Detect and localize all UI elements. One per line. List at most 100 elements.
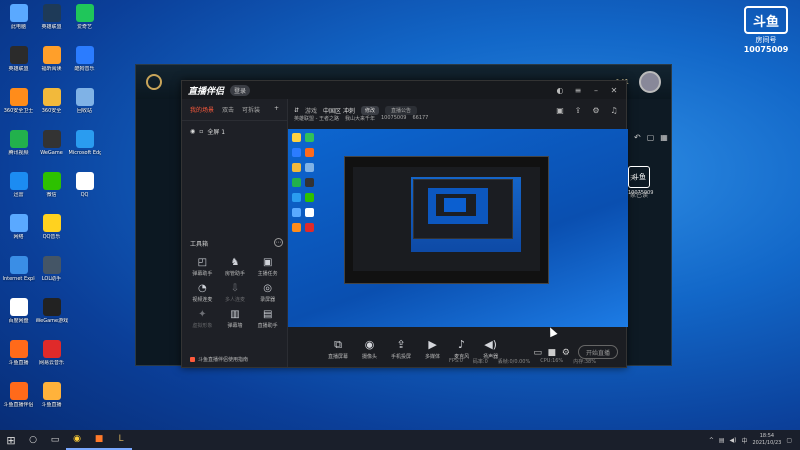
layout-icon[interactable]: ▦ (660, 133, 668, 142)
source-control[interactable]: ▶ 多媒体 (425, 339, 440, 361)
desktop-icon[interactable]: 回收站 (68, 86, 101, 128)
taskbar-lol-icon[interactable]: L (110, 430, 132, 450)
desktop-icon-label: WeGame游戏 (35, 318, 68, 324)
task-view-icon[interactable]: ▭ (44, 430, 66, 450)
source-control[interactable]: ◉ 摄像头 (362, 339, 377, 361)
tab-detachable[interactable]: 可拆装 (242, 105, 260, 114)
toolbox-item[interactable]: ◰ 弹幕助手 (186, 255, 219, 279)
source-control[interactable]: ⧉ 直播屏幕 (328, 339, 348, 361)
nested-inner (353, 167, 540, 271)
tray-up-icon[interactable]: ^ (709, 437, 714, 444)
toolbox-item[interactable]: ◎ 录屏器 (251, 281, 284, 305)
search-icon[interactable]: ○ (22, 430, 44, 450)
desktop-icon[interactable]: 英雄联盟 (2, 44, 35, 86)
toolbox-item[interactable]: ⇩ 多人连麦 (219, 281, 252, 305)
tool-icon: ⇩ (230, 283, 240, 294)
desktop-icon[interactable]: LOL助手 (35, 254, 68, 296)
tool-label: 弹幕助手 (192, 271, 213, 277)
desktop-icon-image (9, 130, 28, 148)
desktop-icon[interactable]: 360安全 (35, 86, 68, 128)
desktop-icon[interactable]: 腾讯视频 (2, 128, 35, 170)
tab-double[interactable]: 双击 (222, 105, 234, 114)
clock[interactable]: 18:54 2021/10/23 (753, 433, 782, 447)
desktop-icon-image (9, 172, 28, 190)
network-icon[interactable]: ▤ (719, 437, 725, 444)
desktop-icon[interactable]: 斗鱼直播 (35, 380, 68, 422)
live-settings-icon[interactable]: ⚙ (562, 348, 570, 358)
toolbox-item[interactable]: ◔ 视频连麦 (186, 281, 219, 305)
minimize-icon[interactable]: – (590, 84, 602, 96)
desktop-icon[interactable]: 360安全卫士 (2, 86, 35, 128)
settings-icon[interactable]: ⚙ (590, 104, 602, 116)
toolbox-item[interactable]: ▤ 直播助手 (251, 307, 284, 331)
desktop-icon[interactable]: 爱奇艺 (68, 2, 101, 44)
desktop-icon (68, 296, 101, 338)
clock-date: 2021/10/23 (752, 440, 782, 446)
desktop-icon[interactable]: 百度网盘 (2, 296, 35, 338)
desktop-icon[interactable]: WeGame游戏 (35, 296, 68, 338)
desktop-icon[interactable]: 斗鱼直播 (2, 338, 35, 380)
desktop-icon[interactable]: 福昕阅读 (35, 44, 68, 86)
toolbox-item[interactable]: ▥ 弹幕墙 (219, 307, 252, 331)
desktop-icon-label: 百度网盘 (8, 318, 29, 324)
desktop-icon[interactable]: 此电脑 (2, 2, 35, 44)
guide-notice[interactable]: 斗鱼直播伴侣使用指南 (190, 356, 248, 363)
desktop-icon-image (9, 4, 28, 22)
toolbox-item[interactable]: ♞ 房管助手 (219, 255, 252, 279)
desktop-icon[interactable]: 网易云音乐 (35, 338, 68, 380)
share-icon[interactable]: ⇪ (572, 104, 584, 116)
eye-icon[interactable]: ◉ (190, 128, 195, 135)
lock-scene-icon[interactable]: ▢ (647, 133, 655, 142)
taskbar-browser-icon[interactable]: ◉ (66, 430, 88, 450)
source-control[interactable]: ⇪ 手机投屏 (391, 339, 411, 361)
desktop-icon[interactable]: Internet Explorer (2, 254, 35, 296)
screenshot-icon[interactable]: ▣ (554, 104, 566, 116)
undo-icon[interactable]: ↶ (634, 133, 641, 142)
taskbar-douyu-icon[interactable]: ■ (88, 430, 110, 450)
desktop-icon[interactable]: WeGame (35, 128, 68, 170)
toolbox-more-icon[interactable]: ⋯ (274, 238, 283, 247)
desktop-icon[interactable]: QQ (68, 170, 101, 212)
bell-icon[interactable]: ♫ (608, 104, 620, 116)
desktop-icon[interactable]: 斗鱼直播伴侣 (2, 380, 35, 422)
start-live-button[interactable]: 开始直播 (578, 345, 618, 359)
stream-companion-window[interactable]: 直播伴侣 登录 ◐ ≡ – ✕ 我的场景 双击 可拆装 + ◉ ▫ 全屏 1 工… (181, 80, 668, 368)
stream-preview[interactable] (288, 129, 628, 327)
desktop-icon-grid: 此电脑 英雄联盟 爱奇艺 英雄联盟 福昕阅读 酷狗音乐 360安全卫士 360安全 回收站 腾讯视… (2, 2, 102, 422)
user-avatar-icon[interactable]: ◐ (554, 84, 566, 96)
desktop-icon[interactable]: Microsoft Edge (68, 128, 101, 170)
desktop-icon[interactable]: 网络 (2, 212, 35, 254)
tool-icon: ▥ (230, 309, 240, 320)
nested-level-4 (444, 198, 466, 212)
desktop-icon[interactable]: 英雄联盟 (35, 2, 68, 44)
player-avatar[interactable] (639, 71, 661, 93)
source-control[interactable]: ◀) 扬声器 (483, 339, 498, 361)
desktop-icon[interactable]: 迅雷 (2, 170, 35, 212)
edit-button[interactable]: 修改 (360, 105, 379, 115)
close-icon[interactable]: ✕ (608, 84, 620, 96)
notice-field[interactable]: 直播公告 (384, 105, 417, 115)
desktop-icon-label: QQ音乐 (42, 234, 61, 240)
window-menu-icon[interactable]: ≡ (572, 84, 584, 96)
source-control[interactable]: ♪ 麦克风 (454, 339, 469, 361)
scene-item[interactable]: ◉ ▫ 全屏 1 (182, 121, 287, 142)
notification-icon[interactable]: ▢ (786, 437, 792, 444)
tab-my-scenes[interactable]: 我的场景 (190, 105, 214, 114)
camera-toggle-icon[interactable]: ■ (547, 348, 556, 358)
desktop-icon[interactable]: 酷狗音乐 (68, 44, 101, 86)
lock-icon[interactable]: ▫ (199, 128, 203, 135)
volume-icon[interactable]: ◀) (730, 437, 737, 444)
ime-icon[interactable]: 中 (741, 436, 747, 445)
login-badge[interactable]: 登录 (230, 84, 251, 96)
add-scene-icon[interactable]: + (274, 105, 279, 114)
toolbox-item[interactable]: ▣ 主播任务 (251, 255, 284, 279)
desktop-icon[interactable]: QQ音乐 (35, 212, 68, 254)
meta-name: 我山大来千年 (344, 116, 375, 122)
toolbox-item[interactable]: ✦ 虚拟形象 (186, 307, 219, 331)
recording-icon[interactable]: ▭ (533, 348, 542, 358)
desktop-icon-image (42, 382, 61, 400)
desktop-icon[interactable]: 微信 (35, 170, 68, 212)
desktop-icon-label: 爱奇艺 (76, 24, 92, 30)
desktop-icon-image (9, 382, 28, 400)
start-button[interactable]: ⊞ (0, 430, 22, 450)
